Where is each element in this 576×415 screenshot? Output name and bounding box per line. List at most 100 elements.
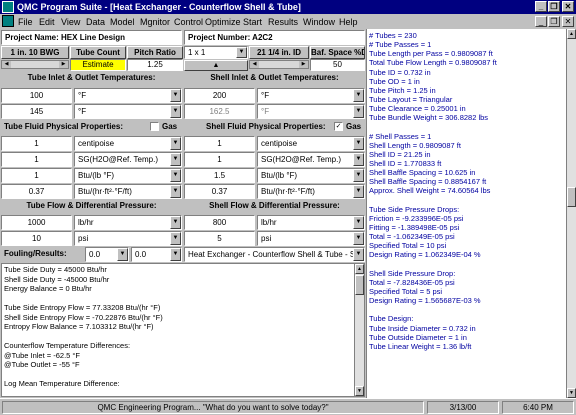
scroll-right-icon[interactable]: ▶ xyxy=(299,61,308,68)
tube-size-scrollbar[interactable]: ◀ ▶ xyxy=(1,60,69,69)
app-icon[interactable] xyxy=(2,1,14,13)
scroll-up-icon[interactable]: ▲ xyxy=(567,29,576,39)
chevron-down-icon[interactable]: ▼ xyxy=(117,248,128,261)
menu-window[interactable]: Window xyxy=(303,16,335,28)
shell-specific-heat-unit[interactable]: Btu/(lb °F) ▼ xyxy=(257,168,365,183)
shell-inlet-temp-unit[interactable]: °F ▼ xyxy=(257,88,365,103)
chevron-down-icon[interactable]: ▼ xyxy=(353,137,364,150)
chevron-down-icon[interactable]: ▼ xyxy=(170,137,181,150)
minimize-button[interactable]: _ xyxy=(535,1,547,12)
shell-conductivity-unit[interactable]: Btu/(hr·ft²·°F/ft) ▼ xyxy=(257,184,365,199)
tube-specific-heat-field[interactable]: 1 xyxy=(1,168,72,183)
menu-model[interactable]: Model xyxy=(110,16,135,28)
shell-gas-checkbox[interactable]: ✓ xyxy=(334,122,343,131)
shell-viscosity-unit[interactable]: centipoise ▼ xyxy=(257,136,365,151)
doc-restore-button[interactable]: ❐ xyxy=(548,16,560,27)
summary-pane[interactable]: # Tubes = 230 # Tube Passes = 1 Tube Len… xyxy=(366,29,576,398)
scroll-left-icon[interactable]: ◀ xyxy=(250,61,259,68)
shell-outlet-temp-unit[interactable]: °F ▼ xyxy=(257,104,365,119)
scrollbar-thumb[interactable] xyxy=(567,187,576,207)
chevron-down-icon[interactable]: ▼ xyxy=(236,47,247,58)
chevron-down-icon[interactable]: ▼ xyxy=(170,169,181,182)
scroll-left-icon[interactable]: ◀ xyxy=(2,61,11,68)
menu-results[interactable]: Results xyxy=(268,16,298,28)
shell-inlet-temp-field[interactable]: 200 xyxy=(184,88,255,103)
menu-control[interactable]: Control xyxy=(174,16,203,28)
shell-conductivity-field[interactable]: 0.37 xyxy=(184,184,255,199)
results-type-select[interactable]: Heat Exchanger - Counterflow Shell & Tub… xyxy=(184,247,365,262)
tube-conductivity-unit[interactable]: Btu/(hr·ft²·°F/ft) ▼ xyxy=(74,184,182,199)
shell-specific-heat-field[interactable]: 1.5 xyxy=(184,168,255,183)
chevron-down-icon[interactable]: ▼ xyxy=(353,232,364,245)
chevron-down-icon[interactable]: ▼ xyxy=(170,153,181,166)
tube-flow-field[interactable]: 1000 xyxy=(1,215,72,230)
chevron-down-icon[interactable]: ▼ xyxy=(170,232,181,245)
chevron-down-icon[interactable]: ▼ xyxy=(353,105,364,118)
shell-pressure-field[interactable]: 5 xyxy=(184,231,255,246)
scroll-right-icon[interactable]: ▶ xyxy=(59,61,68,68)
shell-outlet-temp-field[interactable]: 162.5 xyxy=(184,104,255,119)
shell-pressure-unit[interactable]: psi ▼ xyxy=(257,231,365,246)
tube-viscosity-field[interactable]: 1 xyxy=(1,136,72,151)
tube-specific-heat-unit[interactable]: Btu/(lb °F) ▼ xyxy=(74,168,182,183)
tube-fouling-select[interactable]: 0.0 ▼ xyxy=(85,247,129,262)
menu-start[interactable]: Start xyxy=(243,16,262,28)
project-number-field[interactable]: Project Number: A2C2 xyxy=(184,30,365,45)
tube-inlet-temp-unit[interactable]: °F ▼ xyxy=(74,88,182,103)
chevron-down-icon[interactable]: ▼ xyxy=(353,248,364,261)
chevron-down-icon[interactable]: ▼ xyxy=(170,89,181,102)
scroll-down-icon[interactable]: ▼ xyxy=(355,386,364,396)
baffle-space-field[interactable]: 50 xyxy=(310,59,365,71)
shell-spin-button[interactable]: ▲ xyxy=(184,60,248,71)
tube-conductivity-field[interactable]: 0.37 xyxy=(1,184,72,199)
tube-gas-checkbox[interactable] xyxy=(150,122,159,131)
tube-flow-unit[interactable]: lb/hr ▼ xyxy=(74,215,182,230)
tube-pressure-unit[interactable]: psi ▼ xyxy=(74,231,182,246)
summary-scrollbar[interactable]: ▲ ▼ xyxy=(566,29,576,398)
scroll-up-icon[interactable]: ▲ xyxy=(355,264,364,274)
results-textarea[interactable]: Tube Side Duty = 45000 Btu/hr Shell Side… xyxy=(1,263,365,397)
shell-flow-field[interactable]: 800 xyxy=(184,215,255,230)
doc-minimize-button[interactable]: _ xyxy=(535,16,547,27)
chevron-down-icon[interactable]: ▼ xyxy=(170,248,181,261)
menu-monitor[interactable]: Mgnitor xyxy=(140,16,170,28)
chevron-down-icon[interactable]: ▼ xyxy=(353,169,364,182)
shell-viscosity-field[interactable]: 1 xyxy=(184,136,255,151)
menu-data[interactable]: Data xyxy=(86,16,105,28)
chevron-down-icon[interactable]: ▼ xyxy=(353,89,364,102)
shell-density-field[interactable]: 1 xyxy=(184,152,255,167)
close-button[interactable]: ✕ xyxy=(562,1,574,12)
tube-inlet-temp-field[interactable]: 100 xyxy=(1,88,72,103)
menu-help[interactable]: Help xyxy=(339,16,358,28)
shell-fouling-select[interactable]: 0.0 ▼ xyxy=(131,247,182,262)
chevron-down-icon[interactable]: ▼ xyxy=(170,185,181,198)
shell-passes-select[interactable]: 1 x 1 ▼ xyxy=(184,46,248,59)
menu-file[interactable]: File xyxy=(18,16,33,28)
menu-optimize[interactable]: Optimize xyxy=(205,16,241,28)
chevron-down-icon[interactable]: ▼ xyxy=(353,216,364,229)
doc-close-button[interactable]: ✕ xyxy=(562,16,574,27)
tube-density-field[interactable]: 1 xyxy=(1,152,72,167)
results-scrollbar[interactable]: ▲ ▼ xyxy=(354,264,364,396)
tube-count-field[interactable]: Estimate xyxy=(70,59,126,71)
scrollbar-thumb[interactable] xyxy=(355,275,364,295)
project-name-field[interactable]: Project Name: HEX Line Design xyxy=(1,30,182,45)
chevron-down-icon[interactable]: ▼ xyxy=(353,185,364,198)
menu-view[interactable]: View xyxy=(61,16,80,28)
scroll-down-icon[interactable]: ▼ xyxy=(567,388,576,398)
tube-viscosity-unit[interactable]: centipoise ▼ xyxy=(74,136,182,151)
pitch-ratio-field[interactable]: 1.25 xyxy=(127,59,183,71)
tube-size-button[interactable]: 1 in. 10 BWG xyxy=(1,46,69,59)
shell-flow-unit[interactable]: lb/hr ▼ xyxy=(257,215,365,230)
tube-outlet-temp-field[interactable]: 145 xyxy=(1,104,72,119)
tube-density-unit[interactable]: SG(H2O@Ref. Temp.) ▼ xyxy=(74,152,182,167)
chevron-down-icon[interactable]: ▼ xyxy=(353,153,364,166)
maximize-button[interactable]: ❐ xyxy=(548,1,560,12)
chevron-down-icon[interactable]: ▼ xyxy=(170,216,181,229)
chevron-down-icon[interactable]: ▼ xyxy=(170,105,181,118)
shell-id-scrollbar[interactable]: ◀ ▶ xyxy=(249,60,309,69)
document-icon[interactable] xyxy=(2,15,14,27)
tube-pressure-field[interactable]: 10 xyxy=(1,231,72,246)
tube-outlet-temp-unit[interactable]: °F ▼ xyxy=(74,104,182,119)
shell-density-unit[interactable]: SG(H2O@Ref. Temp.) ▼ xyxy=(257,152,365,167)
